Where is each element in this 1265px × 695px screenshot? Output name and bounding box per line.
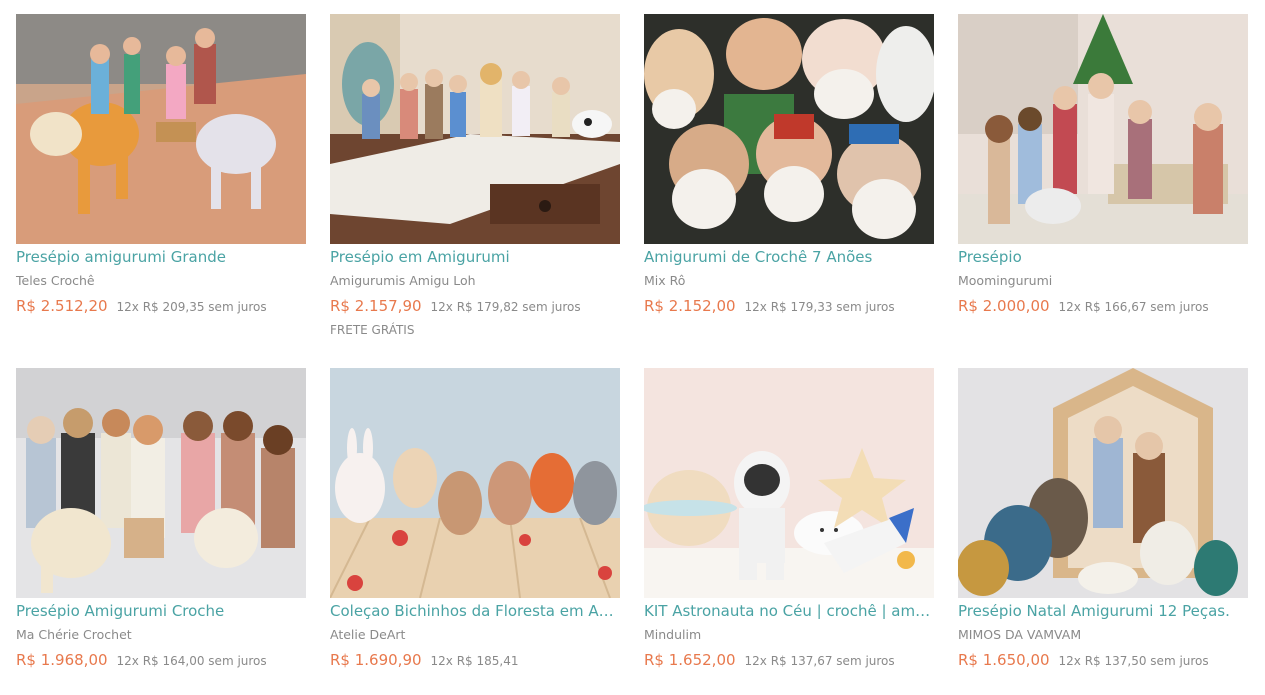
product-title[interactable]: Presépio em Amigurumi [330, 250, 618, 265]
price-row: R$ 2.152,00 12x R$ 179,33 sem juros [644, 297, 934, 315]
product-price: R$ 2.512,20 [16, 297, 108, 315]
product-price: R$ 1.650,00 [958, 651, 1050, 669]
price-row: R$ 2.157,90 12x R$ 179,82 sem juros [330, 297, 620, 315]
product-price: R$ 1.652,00 [644, 651, 736, 669]
product-image[interactable] [644, 14, 934, 244]
product-image[interactable] [16, 368, 306, 598]
product-title[interactable]: Coleçao Bichinhos da Floresta em Amiguru… [330, 604, 618, 619]
product-title[interactable]: Presépio Natal Amigurumi 12 Peças. [958, 604, 1246, 619]
installments: 12x R$ 137,67 sem juros [744, 654, 895, 668]
product-title[interactable]: Amigurumi de Crochê 7 Anões [644, 250, 932, 265]
installments: 12x R$ 179,82 sem juros [430, 300, 581, 314]
product-card: Amigurumi de Crochê 7 Anões Mix Rô R$ 2.… [644, 14, 934, 315]
free-shipping-label: FRETE GRÁTIS [330, 323, 415, 337]
nativity-amigurumi-photo-icon [330, 14, 620, 244]
product-grid: Presépio amigurumi Grande Teles Crochê R… [0, 0, 1265, 695]
shop-name[interactable]: MIMOS DA VAMVAM [958, 628, 1248, 641]
product-image[interactable] [958, 368, 1248, 598]
shop-name[interactable]: Ma Chérie Crochet [16, 628, 306, 641]
installments: 12x R$ 209,35 sem juros [116, 300, 267, 314]
shop-name[interactable]: Amigurumis Amigu Loh [330, 274, 620, 287]
installments: 12x R$ 185,41 [430, 654, 519, 668]
product-price: R$ 2.157,90 [330, 297, 422, 315]
product-price: R$ 1.968,00 [16, 651, 108, 669]
nativity-amigurumi-photo-icon [958, 368, 1248, 598]
product-card: KIT Astronauta no Céu | crochê | amiguru… [644, 368, 934, 669]
price-row: R$ 1.968,00 12x R$ 164,00 sem juros [16, 651, 306, 669]
product-title[interactable]: Presépio [958, 250, 1246, 265]
price-row: R$ 1.650,00 12x R$ 137,50 sem juros [958, 651, 1248, 669]
shop-name[interactable]: Mix Rô [644, 274, 934, 287]
product-image[interactable] [644, 368, 934, 598]
shop-name[interactable]: Mindulim [644, 628, 934, 641]
product-image[interactable] [16, 14, 306, 244]
product-card: Coleçao Bichinhos da Floresta em Amiguru… [330, 368, 620, 669]
installments: 12x R$ 164,00 sem juros [116, 654, 267, 668]
shop-name[interactable]: Atelie DeArt [330, 628, 620, 641]
product-title[interactable]: KIT Astronauta no Céu | crochê | amiguru… [644, 604, 932, 619]
product-image[interactable] [330, 368, 620, 598]
price-row: R$ 1.690,90 12x R$ 185,41 [330, 651, 620, 669]
nativity-amigurumi-photo-icon [16, 368, 306, 598]
product-card: Presépio Amigurumi Croche Ma Chérie Croc… [16, 368, 306, 669]
product-image[interactable] [330, 14, 620, 244]
product-card: Presépio Moomingurumi R$ 2.000,00 12x R$… [958, 14, 1248, 315]
price-row: R$ 2.512,20 12x R$ 209,35 sem juros [16, 297, 306, 315]
price-row: R$ 2.000,00 12x R$ 166,67 sem juros [958, 297, 1248, 315]
installments: 12x R$ 166,67 sem juros [1058, 300, 1209, 314]
dwarves-amigurumi-photo-icon [644, 14, 934, 244]
shop-name[interactable]: Moomingurumi [958, 274, 1248, 287]
shop-name[interactable]: Teles Crochê [16, 274, 306, 287]
product-price: R$ 2.152,00 [644, 297, 736, 315]
product-image[interactable] [958, 14, 1248, 244]
forest-animals-amigurumi-photo-icon [330, 368, 620, 598]
product-card: Presépio amigurumi Grande Teles Crochê R… [16, 14, 306, 315]
product-price: R$ 2.000,00 [958, 297, 1050, 315]
nativity-amigurumi-photo-icon [16, 14, 306, 244]
installments: 12x R$ 179,33 sem juros [744, 300, 895, 314]
product-price: R$ 1.690,90 [330, 651, 422, 669]
nativity-amigurumi-photo-icon [958, 14, 1248, 244]
installments: 12x R$ 137,50 sem juros [1058, 654, 1209, 668]
product-card: Presépio em Amigurumi Amigurumis Amigu L… [330, 14, 620, 337]
product-card: Presépio Natal Amigurumi 12 Peças. MIMOS… [958, 368, 1248, 669]
product-title[interactable]: Presépio Amigurumi Croche [16, 604, 304, 619]
product-title[interactable]: Presépio amigurumi Grande [16, 250, 304, 265]
price-row: R$ 1.652,00 12x R$ 137,67 sem juros [644, 651, 934, 669]
astronaut-kit-amigurumi-photo-icon [644, 368, 934, 598]
